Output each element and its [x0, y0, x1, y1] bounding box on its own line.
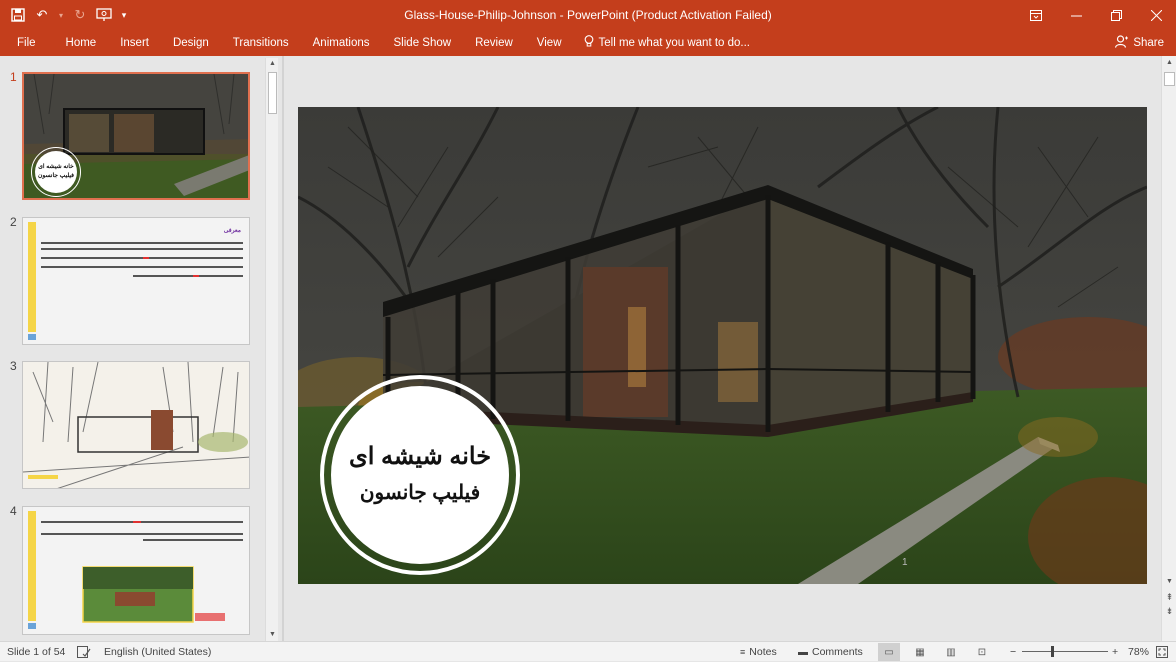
comments-button[interactable]: ▬ Comments: [798, 642, 863, 662]
tab-design[interactable]: Design: [161, 30, 221, 56]
reading-view-icon[interactable]: ▥: [940, 643, 962, 661]
thumbnail-title-circle: خانه شیشه ای فیلیپ جانسون: [31, 147, 81, 197]
thumbnail-number: 4: [10, 504, 17, 518]
tab-review[interactable]: Review: [463, 30, 525, 56]
zoom-slider-thumb[interactable]: [1051, 646, 1054, 657]
undo-icon[interactable]: ↶: [32, 5, 52, 25]
scroll-down-arrow-icon[interactable]: ▼: [266, 629, 279, 641]
scroll-down-arrow-icon[interactable]: ▼: [1162, 575, 1176, 588]
normal-view-icon[interactable]: ▭: [878, 643, 900, 661]
redo-icon[interactable]: ↻: [70, 5, 90, 25]
slide-counter[interactable]: Slide 1 of 54: [7, 642, 65, 662]
window-title: Glass-House-Philip-Johnson - PowerPoint …: [404, 8, 772, 22]
comments-label: Comments: [812, 645, 863, 658]
zoom-in-icon[interactable]: +: [1112, 642, 1118, 662]
save-icon[interactable]: [8, 5, 28, 25]
notes-label: Notes: [749, 645, 777, 658]
slide-editor: خانه شیشه ای فیلیپ جانسون 1 ▲ ▼ ⇞ ⇟: [284, 56, 1176, 641]
scroll-up-arrow-icon[interactable]: ▲: [266, 58, 279, 70]
undo-dropdown-icon[interactable]: ▾: [56, 5, 66, 25]
close-icon[interactable]: [1136, 0, 1176, 30]
share-label: Share: [1133, 37, 1164, 49]
window-controls: [1016, 0, 1176, 30]
tab-slide-show[interactable]: Slide Show: [382, 30, 464, 56]
person-icon: [1115, 35, 1129, 51]
current-slide[interactable]: خانه شیشه ای فیلیپ جانسون 1: [298, 107, 1147, 584]
ribbon-display-options-icon[interactable]: [1016, 0, 1056, 30]
thumbnail-title-line2: فیلیپ جانسون: [37, 173, 75, 179]
tell-me-label: Tell me what you want to do...: [598, 37, 751, 49]
slide-show-view-icon[interactable]: ⊡: [971, 643, 993, 661]
present-from-beginning-icon[interactable]: [94, 5, 114, 25]
thumbnail-text-lines: [41, 521, 243, 623]
scrollbar-thumb[interactable]: [268, 72, 277, 114]
thumbnail-number: 2: [10, 215, 17, 229]
thumbnails-scrollbar[interactable]: ▲ ▼: [265, 58, 278, 641]
thumbnail-frame[interactable]: [22, 506, 250, 635]
thumbnail-number: 1: [10, 70, 17, 84]
customize-qat-icon[interactable]: ▾: [118, 5, 130, 25]
view-buttons: ▭ ▦ ▥ ⊡: [878, 642, 993, 662]
thumbnail-frame[interactable]: معرفی: [22, 217, 250, 345]
slide-page-number: 1: [902, 557, 908, 568]
share-button[interactable]: Share: [1115, 30, 1164, 56]
tab-home[interactable]: Home: [54, 30, 109, 56]
slide-thumbnails-pane: 1 خانه شیشه ای فیلیپ جانسون 2 معرفی 3 4 …: [0, 56, 282, 641]
slide-sorter-view-icon[interactable]: ▦: [909, 643, 931, 661]
ribbon-tabs: File Home Insert Design Transitions Anim…: [0, 30, 1176, 56]
tab-insert[interactable]: Insert: [108, 30, 161, 56]
tab-file[interactable]: File: [0, 30, 54, 56]
minimize-icon[interactable]: [1056, 0, 1096, 30]
zoom-level[interactable]: 78%: [1128, 642, 1149, 662]
tell-me-search[interactable]: Tell me what you want to do...: [574, 35, 751, 51]
scroll-up-arrow-icon[interactable]: ▲: [1162, 56, 1176, 69]
scrollbar-thumb[interactable]: [1164, 72, 1175, 86]
slide-title-line2: فیلیپ جانسون: [359, 482, 481, 504]
status-bar: Slide 1 of 54 English (United States) ≡ …: [0, 641, 1176, 661]
tab-view[interactable]: View: [525, 30, 574, 56]
next-slide-icon[interactable]: ⇟: [1162, 605, 1176, 618]
thumbnail-frame[interactable]: خانه شیشه ای فیلیپ جانسون: [22, 72, 250, 200]
title-circle[interactable]: خانه شیشه ای فیلیپ جانسون: [320, 375, 520, 575]
lightbulb-icon: [584, 35, 594, 51]
zoom-slider[interactable]: [1022, 651, 1108, 652]
fit-to-window-icon[interactable]: [1156, 642, 1168, 662]
title-bar: ↶ ▾ ↻ ▾ Glass-House-Philip-Johnson - Pow…: [0, 0, 1176, 30]
notes-icon: ≡: [740, 646, 746, 657]
thumbnail-sketch-image: [23, 362, 249, 488]
spelling-check-icon[interactable]: [77, 642, 91, 662]
slide-title-line1: خانه شیشه ای: [348, 443, 492, 470]
previous-slide-icon[interactable]: ⇞: [1162, 591, 1176, 604]
thumbnail-frame[interactable]: [22, 361, 250, 489]
tab-animations[interactable]: Animations: [301, 30, 382, 56]
comment-icon: ▬: [798, 646, 808, 658]
thumbnail-title-line1: خانه شیشه ای: [38, 164, 74, 170]
tab-transitions[interactable]: Transitions: [221, 30, 301, 56]
notes-button[interactable]: ≡ Notes: [740, 642, 777, 662]
thumbnail-number: 3: [10, 359, 17, 373]
thumbnail-text-lines: [41, 242, 243, 277]
zoom-out-icon[interactable]: −: [1010, 642, 1016, 662]
restore-icon[interactable]: [1096, 0, 1136, 30]
slide-editor-scrollbar[interactable]: ▲ ▼ ⇞ ⇟: [1161, 56, 1176, 641]
language-indicator[interactable]: English (United States): [104, 642, 211, 662]
quick-access-toolbar: ↶ ▾ ↻ ▾: [0, 5, 130, 25]
